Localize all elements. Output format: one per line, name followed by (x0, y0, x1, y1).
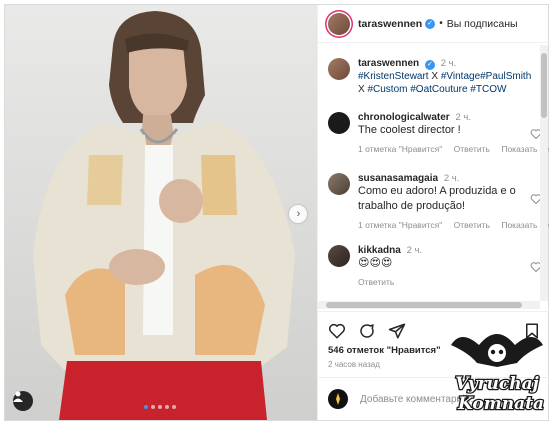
avatar[interactable] (328, 58, 350, 80)
hashtag-link[interactable]: #KristenStewart (358, 71, 429, 82)
verified-icon: ✓ (424, 60, 435, 70)
next-photo-button[interactable]: › (289, 205, 307, 223)
scrollbar-thumb[interactable] (326, 302, 522, 308)
post-photo[interactable]: › (5, 5, 317, 420)
caption-username[interactable]: taraswennen (358, 58, 419, 69)
watermark-line2: Komnata (457, 394, 544, 414)
heart-icon[interactable] (328, 322, 346, 340)
chevron-right-icon: › (296, 207, 301, 220)
hashtag-link[interactable]: #TCOW (470, 84, 506, 95)
carousel-dot (151, 405, 155, 409)
post-time: 2 часов назад (328, 360, 380, 369)
hashtag-link[interactable]: #OatCouture (410, 84, 467, 95)
verified-icon: ✓ (425, 18, 436, 29)
comment-username[interactable]: susanasamagaia (358, 173, 438, 184)
likes-count[interactable]: 546 отметок "Нравится" (328, 345, 441, 356)
watermark-line1: Vyruchaj (455, 374, 539, 394)
carousel-dots (144, 405, 176, 409)
comments-list: taraswennen ✓ 2 ч. #KristenStewart X #Vi… (318, 44, 549, 291)
user-tag-icon[interactable] (13, 391, 33, 411)
reply-button[interactable]: Ответить (454, 220, 490, 230)
comment-time: 2 ч. (443, 173, 460, 184)
comment-text: 😍😍😍 (358, 257, 393, 269)
comment-text: Como eu adoro! A produzida e o trabalho … (358, 185, 516, 212)
follow-status[interactable]: Вы подписаны (447, 18, 518, 30)
carousel-dot (144, 405, 148, 409)
watermark-logo: Vyruchaj Komnata (443, 323, 549, 415)
avatar[interactable] (328, 245, 350, 267)
avatar[interactable] (328, 112, 350, 134)
scrollbar-thumb[interactable] (541, 53, 547, 118)
emoji-icon[interactable] (328, 389, 348, 409)
carousel-dot (165, 405, 169, 409)
hashtag-link[interactable]: #Custom (367, 84, 407, 95)
photo-illustration (33, 11, 295, 420)
hashtag-link[interactable]: #PaulSmith (480, 71, 531, 82)
carousel-dot (158, 405, 162, 409)
avatar[interactable] (328, 12, 350, 35)
username[interactable]: taraswennen (358, 18, 422, 30)
separator: • (439, 18, 443, 29)
instagram-post-window: › taraswennen ✓ • Вы подписаны taraswenn… (4, 4, 549, 421)
comment-time: 2 ч. (455, 112, 471, 123)
share-icon[interactable] (388, 322, 406, 340)
reply-button[interactable]: Ответить (358, 277, 394, 287)
post-header: taraswennen ✓ • Вы подписаны (318, 5, 549, 43)
hashtag-link[interactable]: #Vintage (441, 71, 480, 82)
comment-text: The coolest director ! (358, 124, 461, 136)
comment-icon[interactable] (358, 322, 376, 340)
comment-time: 2 ч. (406, 245, 423, 256)
comments-scrollbar[interactable] (540, 45, 548, 301)
comment-likes[interactable]: 1 отметка "Нравится" (358, 144, 442, 154)
avatar[interactable] (328, 173, 350, 195)
comment-username[interactable]: chronologicalwater (358, 112, 450, 123)
carousel-dot (172, 405, 176, 409)
horizontal-scrollbar[interactable] (318, 301, 540, 309)
caption-time: 2 ч. (440, 58, 457, 69)
caption-text: X (431, 71, 439, 82)
caption-text: X (358, 84, 365, 95)
comment-likes[interactable]: 1 отметка "Нравится" (358, 220, 442, 230)
comment-username[interactable]: kikkadna (358, 245, 401, 256)
reply-button[interactable]: Ответить (454, 144, 490, 154)
